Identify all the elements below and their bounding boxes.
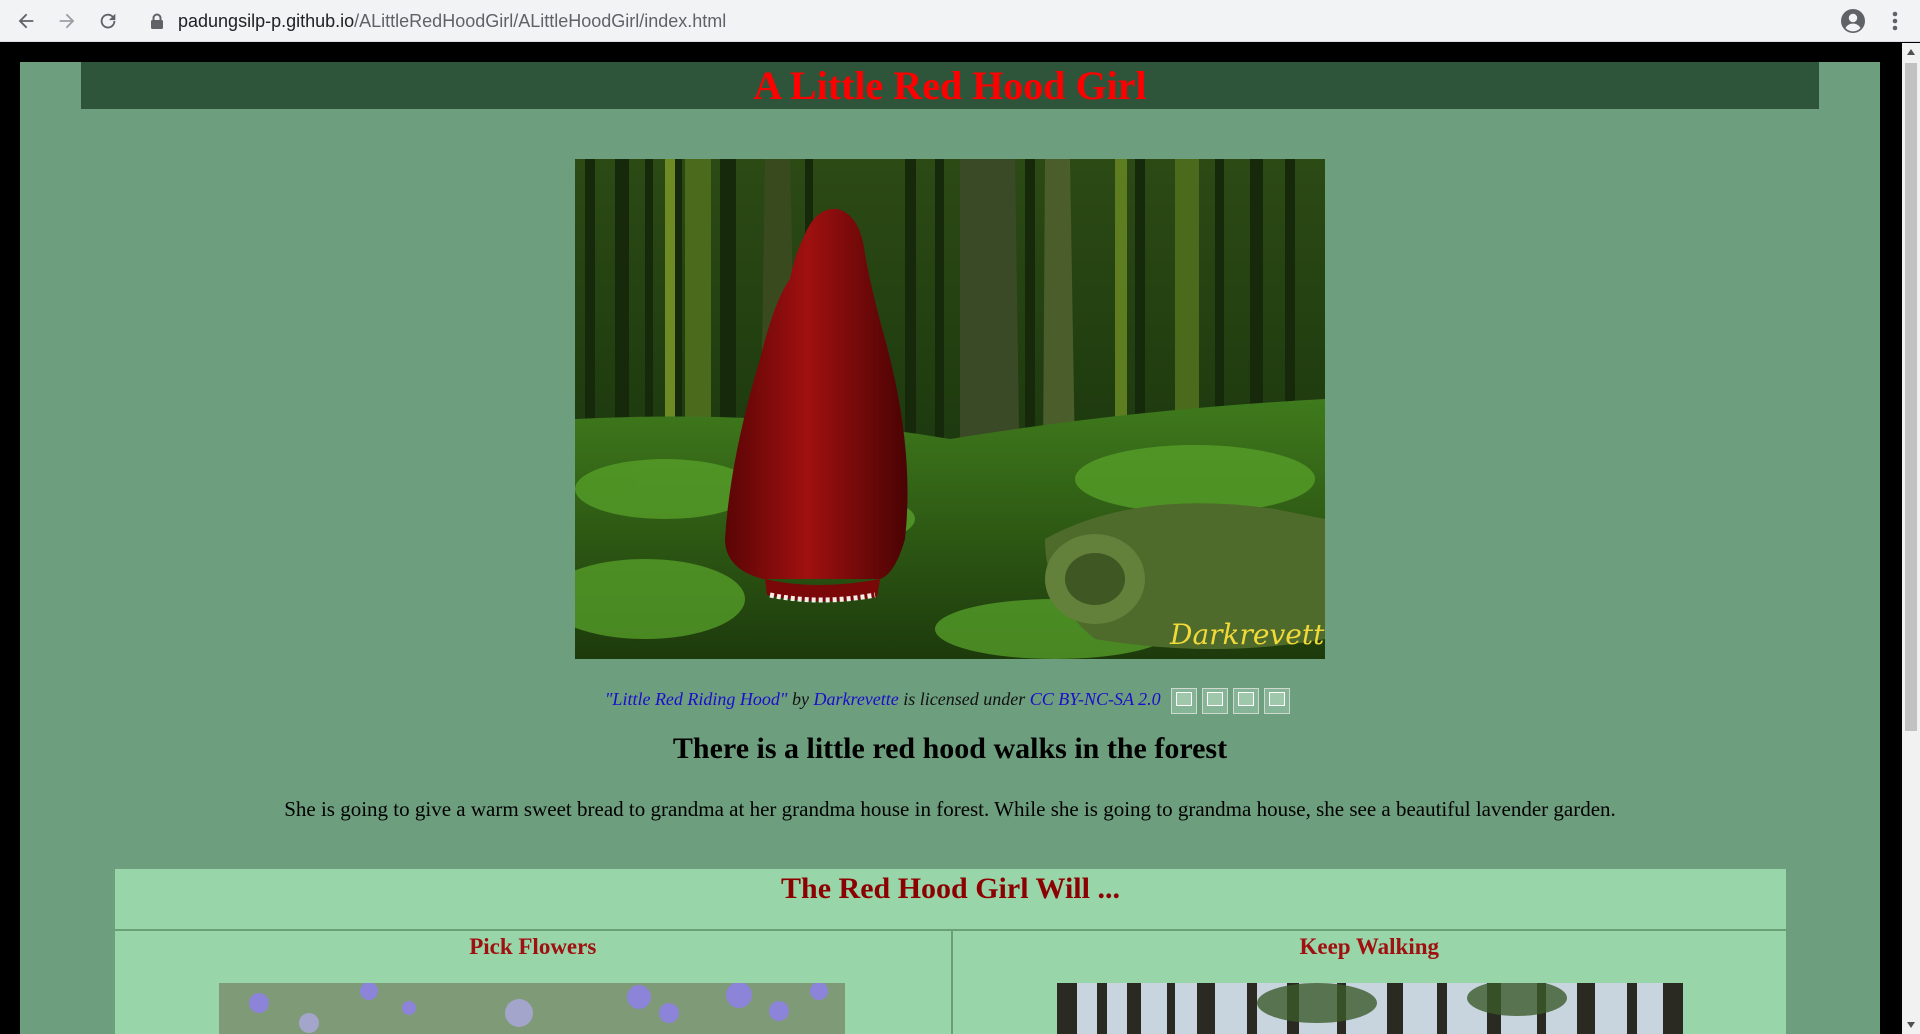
lock-icon[interactable] [150,13,164,29]
license-broken-image-icon[interactable] [1171,688,1198,714]
title-banner: A Little Red Hood Girl [81,62,1819,109]
choice-heading: The Red Hood Girl Will ... [781,872,1120,905]
credit-author-link[interactable]: Darkrevette [813,689,898,709]
license-badge-group [1171,688,1295,714]
choice-keep-walking[interactable]: Keep Walking [950,931,1787,1034]
address-bar[interactable]: padungsilp-p.github.io/ALittleRedHoodGir… [136,3,1820,39]
url-host: padungsilp-p.github.io [178,11,355,31]
menu-dots-icon[interactable] [1880,6,1910,36]
choice-keep-walking-label[interactable]: Keep Walking [953,931,1787,963]
credit-work-link[interactable]: "Little Red Riding Hood" [605,689,788,709]
url-text[interactable]: padungsilp-p.github.io/ALittleRedHoodGir… [178,11,726,32]
hero-image: Darkrevette [575,159,1325,659]
page-title: A Little Red Hood Girl [753,63,1147,108]
forest-path-image[interactable] [1056,983,1683,1034]
page-body: A Little Red Hood Girl Darkrevette "Litt… [20,62,1880,1034]
browser-toolbar: padungsilp-p.github.io/ALittleRedHoodGir… [0,0,1920,42]
scrollbar-thumb[interactable] [1905,63,1917,731]
vertical-scrollbar[interactable] [1902,43,1920,1034]
credit-by-text: by [791,689,809,710]
scroll-down-arrow-icon[interactable] [1902,1016,1920,1034]
scroll-up-arrow-icon[interactable] [1902,43,1920,61]
choice-table: The Red Hood Girl Will ... Pick Flowers [115,869,1786,1034]
license-broken-image-icon[interactable] [1202,688,1229,714]
license-broken-image-icon[interactable] [1233,688,1260,714]
choice-pick-flowers-label[interactable]: Pick Flowers [115,931,951,963]
hero-signature: Darkrevette [1169,618,1325,651]
profile-icon[interactable] [1838,6,1868,36]
reload-icon[interactable] [92,5,124,37]
license-broken-image-icon[interactable] [1264,688,1291,714]
lavender-image[interactable] [219,983,845,1034]
page-viewport: A Little Red Hood Girl Darkrevette "Litt… [0,43,1920,1034]
forward-arrow-icon[interactable] [51,5,83,37]
image-credit: "Little Red Riding Hood" by Darkrevette … [20,688,1880,714]
story-paragraph: She is going to give a warm sweet bread … [284,797,1616,821]
story-heading: There is a little red hood walks in the … [672,732,1228,765]
url-path: /ALittleRedHoodGirl/ALittleHoodGirl/inde… [354,11,727,31]
choice-header: The Red Hood Girl Will ... [115,869,1786,931]
back-arrow-icon[interactable] [10,5,42,37]
credit-licensed-text: is licensed under [903,689,1026,710]
choice-pick-flowers[interactable]: Pick Flowers [115,931,951,1034]
credit-license-link[interactable]: CC BY-NC-SA 2.0 [1030,689,1161,709]
